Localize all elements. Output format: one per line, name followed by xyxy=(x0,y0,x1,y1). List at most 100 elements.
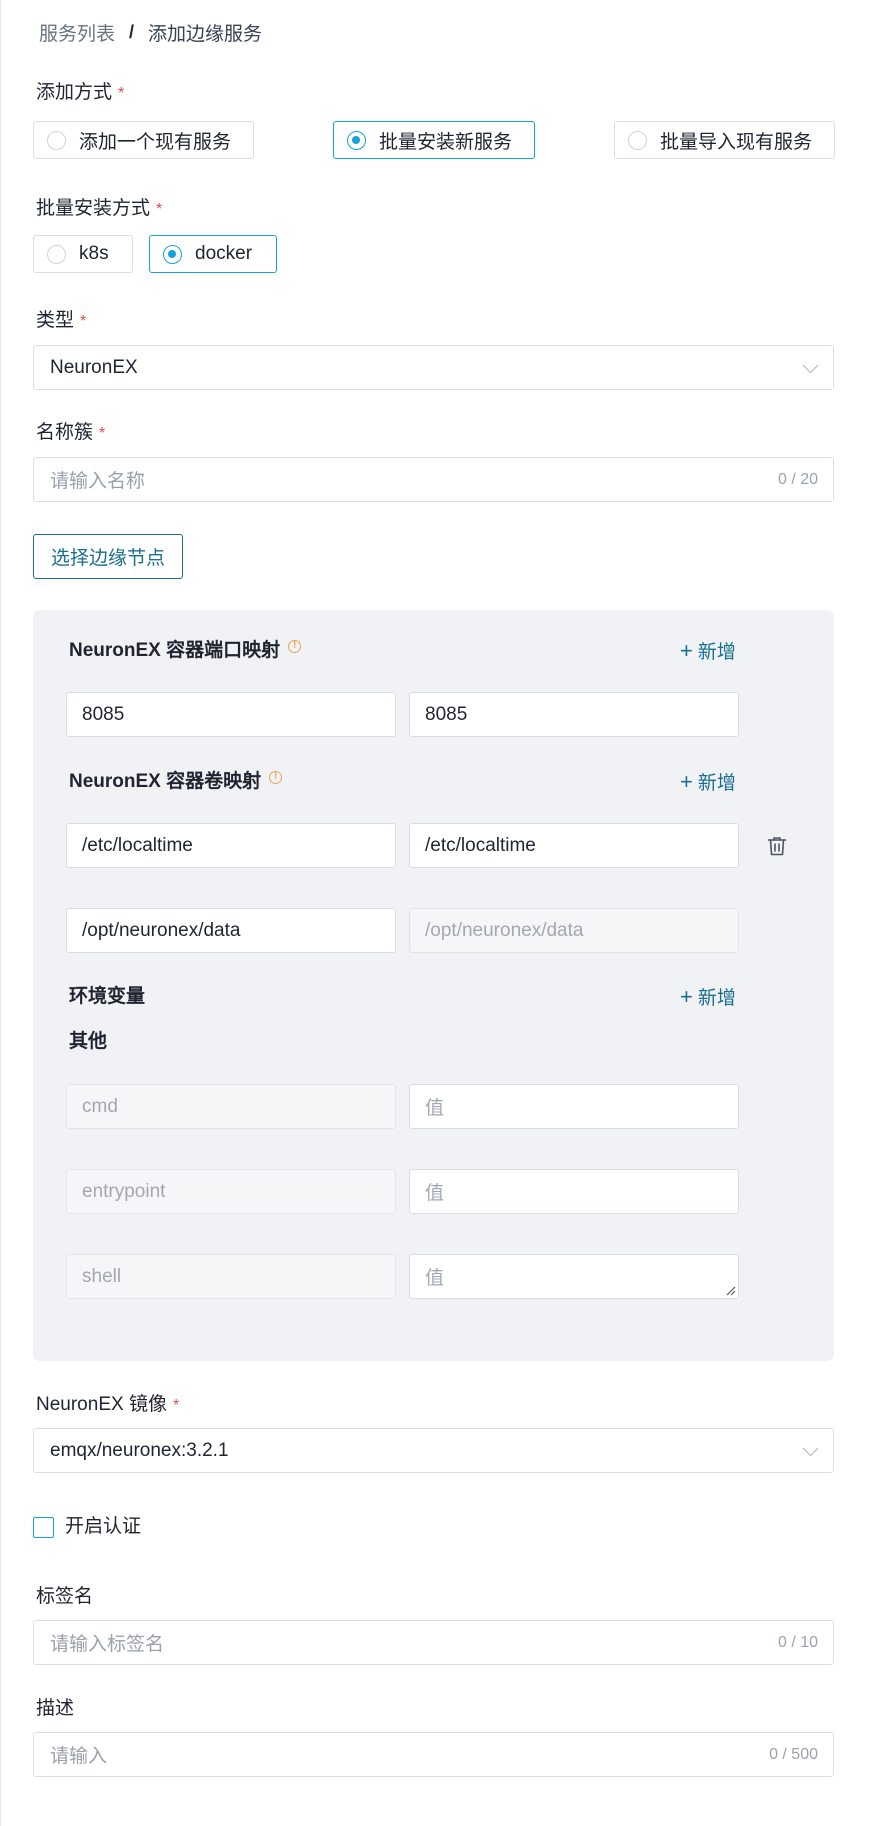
other-key-shell: shell xyxy=(66,1254,396,1299)
chevron-down-icon xyxy=(802,1440,819,1457)
volume-container-input: /opt/neuronex/data xyxy=(409,908,739,953)
enable-auth-label[interactable]: 开启认证 xyxy=(65,1514,141,1540)
breadcrumb-separator: / xyxy=(129,21,135,42)
cluster-name-counter: 0 / 20 xyxy=(777,470,818,488)
port-host-value: 8085 xyxy=(82,703,125,725)
volume-container-input[interactable]: /etc/localtime xyxy=(409,823,739,868)
required-mark: * xyxy=(118,85,125,102)
add-label: 新增 xyxy=(697,642,736,663)
other-value-placeholder: 值 xyxy=(425,1098,445,1119)
cluster-name-label: 名称簇 * xyxy=(36,420,105,446)
volume-host-input[interactable]: /etc/localtime xyxy=(66,823,396,868)
description-label: 描述 xyxy=(36,1698,75,1719)
trash-icon[interactable] xyxy=(765,834,789,858)
required-mark: * xyxy=(172,1397,180,1414)
image-select-value: emqx/neuronex:3.2.1 xyxy=(50,1439,229,1461)
tag-name-label: 标签名 xyxy=(36,1586,94,1607)
add-method-option-batch-install[interactable]: 批量安装新服务 xyxy=(333,121,535,159)
enable-auth-checkbox[interactable] xyxy=(33,1517,54,1538)
other-value-cmd-input[interactable]: 值 xyxy=(409,1084,739,1129)
description-input[interactable]: 请输入 0 / 500 xyxy=(33,1732,834,1777)
add-method-option-label: 批量导入现有服务 xyxy=(660,131,813,153)
info-icon[interactable]: ! xyxy=(269,770,283,784)
page-left-border xyxy=(0,0,1,1826)
select-edge-nodes-button[interactable]: 选择边缘节点 xyxy=(33,534,183,579)
port-container-input[interactable]: 8085 xyxy=(409,692,739,737)
port-mapping-title-text: NeuronEX 容器端口映射 xyxy=(69,640,281,661)
add-method-option-batch-import[interactable]: 批量导入现有服务 xyxy=(614,121,835,159)
install-method-label: 批量安装方式 * xyxy=(36,196,162,222)
volume-host-value: /etc/localtime xyxy=(82,834,193,856)
other-title: 其他 xyxy=(69,1029,107,1055)
radio-selected-icon xyxy=(163,244,182,264)
add-edge-service-page: 服务列表 / 添加边缘服务 添加方式 * 添加一个现有服务 批量安装新服务 批量导… xyxy=(0,0,888,1826)
type-label: 类型 * xyxy=(36,308,86,334)
other-title-text: 其他 xyxy=(69,1031,108,1052)
add-label: 新增 xyxy=(697,773,736,794)
env-title-text: 环境变量 xyxy=(69,986,146,1007)
breadcrumb: 服务列表 / 添加边缘服务 xyxy=(39,18,262,46)
description-counter: 0 / 500 xyxy=(769,1745,818,1763)
volume-host-value: /opt/neuronex/data xyxy=(82,919,241,941)
port-container-value: 8085 xyxy=(425,703,468,725)
other-value-placeholder: 值 xyxy=(425,1183,445,1204)
port-host-input[interactable]: 8085 xyxy=(66,692,396,737)
tag-name-placeholder: 请输入标签名 xyxy=(50,1634,165,1655)
other-key-placeholder: cmd xyxy=(82,1095,118,1117)
other-value-placeholder: 值 xyxy=(425,1268,445,1289)
radio-icon xyxy=(47,130,66,150)
type-label-text: 类型 xyxy=(36,310,75,331)
breadcrumb-current: 添加边缘服务 xyxy=(148,23,263,45)
type-select-value: NeuronEX xyxy=(50,356,138,378)
volume-mapping-title-text: NeuronEX 容器卷映射 xyxy=(69,771,262,792)
info-icon[interactable]: ! xyxy=(288,639,302,653)
image-select[interactable]: emqx/neuronex:3.2.1 xyxy=(33,1428,834,1473)
radio-icon xyxy=(47,244,66,264)
description-placeholder: 请输入 xyxy=(50,1746,108,1767)
other-value-shell-textarea[interactable]: 值 xyxy=(409,1254,739,1299)
add-method-option-label: 添加一个现有服务 xyxy=(79,131,232,153)
plus-icon: + xyxy=(680,638,693,663)
add-method-option-label: 批量安装新服务 xyxy=(379,131,513,153)
image-label: NeuronEX 镜像 * xyxy=(36,1392,179,1418)
port-mapping-add-button[interactable]: + 新增 xyxy=(680,638,736,664)
required-mark: * xyxy=(156,201,163,218)
cluster-name-label-text: 名称簇 xyxy=(36,422,94,443)
volume-container-value: /etc/localtime xyxy=(425,834,536,856)
radio-selected-icon xyxy=(347,130,366,150)
plus-icon: + xyxy=(680,984,693,1009)
install-method-option-docker[interactable]: docker xyxy=(149,235,277,273)
other-key-cmd: cmd xyxy=(66,1084,396,1129)
other-key-entrypoint: entrypoint xyxy=(66,1169,396,1214)
env-add-button[interactable]: + 新增 xyxy=(680,984,736,1010)
volume-mapping-title: NeuronEX 容器卷映射 ! xyxy=(69,769,283,795)
install-method-option-k8s[interactable]: k8s xyxy=(33,235,133,273)
install-method-label-text: 批量安装方式 xyxy=(36,198,151,219)
tag-name-input[interactable]: 请输入标签名 0 / 10 xyxy=(33,1620,834,1665)
volume-mapping-add-button[interactable]: + 新增 xyxy=(680,769,736,795)
env-title: 环境变量 xyxy=(69,984,145,1010)
required-mark: * xyxy=(99,425,106,442)
cluster-name-input[interactable]: 请输入名称 0 / 20 xyxy=(33,457,834,502)
add-method-label: 添加方式 * xyxy=(36,80,124,106)
other-key-placeholder: entrypoint xyxy=(82,1180,166,1202)
add-method-label-text: 添加方式 xyxy=(36,82,113,103)
add-label: 新增 xyxy=(697,988,736,1009)
radio-icon xyxy=(628,130,647,150)
image-label-text: NeuronEX 镜像 xyxy=(36,1394,167,1415)
other-value-entrypoint-input[interactable]: 值 xyxy=(409,1169,739,1214)
volume-container-placeholder: /opt/neuronex/data xyxy=(425,919,584,941)
resize-handle-icon[interactable] xyxy=(724,1284,736,1296)
install-method-option-label: docker xyxy=(195,243,253,264)
plus-icon: + xyxy=(680,769,693,794)
other-key-placeholder: shell xyxy=(82,1265,122,1287)
type-select[interactable]: NeuronEX xyxy=(33,345,834,390)
install-method-option-label: k8s xyxy=(79,243,109,264)
chevron-down-icon xyxy=(802,357,819,374)
add-method-option-existing[interactable]: 添加一个现有服务 xyxy=(33,121,254,159)
port-mapping-title: NeuronEX 容器端口映射 ! xyxy=(69,638,302,664)
volume-host-input[interactable]: /opt/neuronex/data xyxy=(66,908,396,953)
required-mark: * xyxy=(80,313,87,330)
breadcrumb-service-list-link[interactable]: 服务列表 xyxy=(39,19,115,46)
cluster-name-placeholder: 请输入名称 xyxy=(50,471,146,492)
